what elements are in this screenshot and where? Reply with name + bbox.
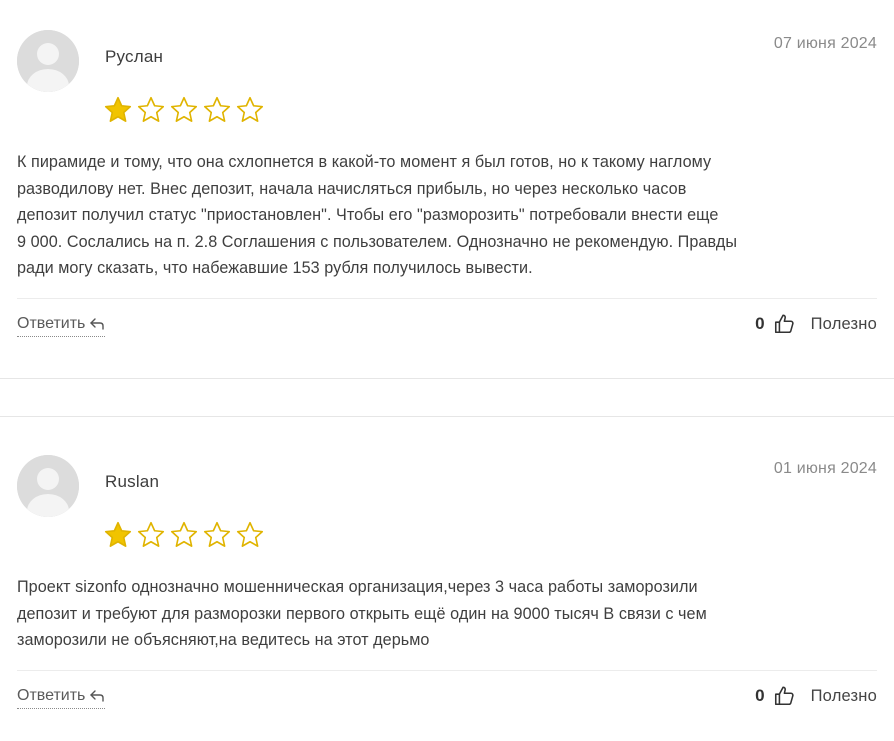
star-empty-icon [203, 96, 231, 122]
review-text-line: разводилову нет. Внес депозит, начала на… [17, 179, 687, 198]
star-empty-icon [236, 521, 264, 547]
star-filled-icon [104, 96, 132, 122]
divider [17, 670, 877, 671]
reply-label: Ответить [17, 687, 86, 704]
star-empty-icon [137, 521, 165, 547]
review-text-line: депозит и требуют для разморозки первого… [17, 604, 707, 623]
star-empty-icon [137, 96, 165, 122]
review-text-line: заморозили не объясняют,на ведитесь на э… [17, 631, 430, 649]
avatar [17, 455, 79, 517]
useful-count: 0 [755, 314, 765, 333]
star-rating [103, 520, 265, 550]
review-author: Руслан [105, 47, 164, 66]
useful-block: 0 Полезно [755, 685, 877, 707]
review-date: 07 июня 2024 [773, 35, 877, 52]
divider [17, 298, 877, 299]
star-rating [103, 95, 265, 125]
review-text: Проект sizonfo однозначно мошенническая … [17, 574, 883, 654]
useful-count: 0 [755, 686, 765, 705]
useful-button[interactable]: Полезно [811, 687, 877, 706]
star-empty-icon [203, 521, 231, 547]
review-author: Ruslan [105, 472, 160, 491]
thumbs-up-icon[interactable] [773, 313, 795, 335]
reply-label: Ответить [17, 315, 86, 332]
useful-block: 0 Полезно [755, 313, 877, 335]
useful-button[interactable]: Полезно [811, 315, 877, 334]
review-text-line: Проект sizonfo однозначно мошенническая … [17, 578, 698, 596]
star-empty-icon [236, 96, 264, 122]
star-empty-icon [170, 96, 198, 122]
user-silhouette-icon [17, 455, 79, 517]
review-card: Руслан 07 июня 2024 К пирамиде и тому, ч… [0, 0, 894, 378]
star-filled-icon [104, 521, 132, 547]
review-text-line: депозит получил статус "приостановлен". … [17, 206, 719, 224]
review-text-line: К пирамиде и тому, что она схлопнется в … [17, 153, 712, 171]
review-text: К пирамиде и тому, что она схлопнется в … [17, 149, 883, 282]
review-card: Ruslan 01 июня 2024 Проект sizonfo одноз… [0, 418, 894, 741]
review-text-line: 9 000. Сослались на п. 2.8 Соглашения с … [17, 232, 738, 251]
review-text-line: ради могу сказать, что набежавшие 153 ру… [17, 259, 533, 277]
reply-button[interactable]: Ответить [17, 315, 106, 337]
user-silhouette-icon [17, 30, 79, 92]
avatar [17, 30, 79, 92]
review-date: 01 июня 2024 [773, 460, 877, 477]
section-separator [0, 416, 894, 417]
reply-arrow-icon [90, 690, 105, 702]
reply-arrow-icon [90, 318, 105, 330]
reply-button[interactable]: Ответить [17, 687, 106, 709]
star-empty-icon [170, 521, 198, 547]
section-separator [0, 378, 894, 379]
thumbs-up-icon[interactable] [773, 685, 795, 707]
